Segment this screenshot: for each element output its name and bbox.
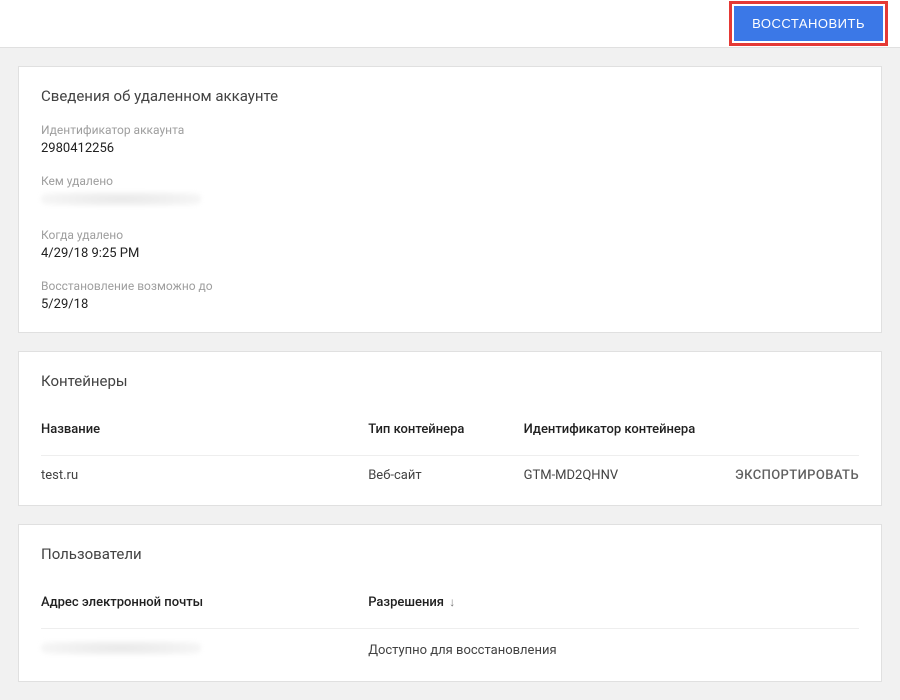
redacted-user-email: [41, 641, 201, 655]
label-deleted-by: Кем удалено: [41, 174, 859, 188]
field-account-id: Идентификатор аккаунта 2980412256: [41, 123, 859, 156]
export-button[interactable]: ЭКСПОРТИРОВАТЬ: [735, 468, 859, 483]
label-deleted-at: Когда удалено: [41, 228, 859, 242]
users-title: Пользователи: [41, 545, 859, 563]
redacted-deleted-by: [41, 192, 201, 206]
containers-header-name[interactable]: Название: [41, 414, 368, 456]
users-header-permissions[interactable]: Разрешения ↓: [368, 587, 859, 629]
users-table: Адрес электронной почты Разрешения ↓ Дос…: [41, 587, 859, 671]
container-id: GTM-MD2QHNV: [524, 456, 704, 496]
field-deleted-by: Кем удалено: [41, 174, 859, 210]
label-account-id: Идентификатор аккаунта: [41, 123, 859, 137]
table-row[interactable]: Доступно для восстановления: [41, 629, 859, 672]
containers-header-action: [704, 414, 859, 456]
field-deleted-at: Когда удалено 4/29/18 9:25 PM: [41, 228, 859, 261]
restore-button[interactable]: ВОССТАНОВИТЬ: [734, 6, 883, 41]
sort-down-icon: ↓: [449, 595, 455, 609]
containers-header-id[interactable]: Идентификатор контейнера: [524, 414, 704, 456]
account-card-title: Сведения об удаленном аккаунте: [41, 87, 859, 105]
container-type: Веб-сайт: [368, 456, 523, 496]
restore-highlight: ВОССТАНОВИТЬ: [729, 1, 888, 46]
containers-header-type[interactable]: Тип контейнера: [368, 414, 523, 456]
users-header-email[interactable]: Адрес электронной почты: [41, 587, 368, 629]
value-account-id: 2980412256: [41, 141, 859, 156]
account-details-card: Сведения об удаленном аккаунте Идентифик…: [18, 66, 882, 333]
users-header-permissions-label: Разрешения: [368, 595, 444, 610]
label-recover-until: Восстановление возможно до: [41, 279, 859, 293]
value-deleted-by: [41, 192, 859, 210]
value-recover-until: 5/29/18: [41, 297, 859, 312]
container-name: test.ru: [41, 456, 368, 496]
field-recover-until: Восстановление возможно до 5/29/18: [41, 279, 859, 312]
containers-title: Контейнеры: [41, 372, 859, 390]
user-email: [41, 629, 368, 672]
containers-card: Контейнеры Название Тип контейнера Идент…: [18, 351, 882, 506]
containers-table: Название Тип контейнера Идентификатор ко…: [41, 414, 859, 495]
page-content: Сведения об удаленном аккаунте Идентифик…: [0, 48, 900, 700]
user-permission: Доступно для восстановления: [368, 629, 859, 672]
users-card: Пользователи Адрес электронной почты Раз…: [18, 524, 882, 682]
table-row[interactable]: test.ru Веб-сайт GTM-MD2QHNV ЭКСПОРТИРОВ…: [41, 456, 859, 496]
top-bar: ВОССТАНОВИТЬ: [0, 0, 900, 48]
value-deleted-at: 4/29/18 9:25 PM: [41, 246, 859, 261]
